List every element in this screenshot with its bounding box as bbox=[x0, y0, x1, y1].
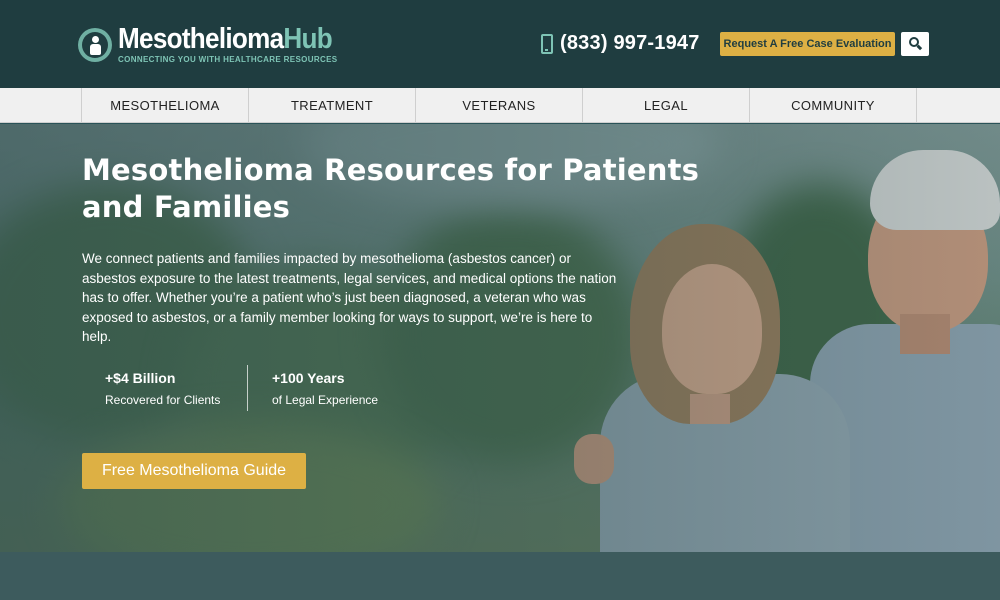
nav-item-community[interactable]: COMMUNITY bbox=[750, 88, 917, 123]
site-logo[interactable]: MesotheliomaHub CONNECTING YOU WITH HEAL… bbox=[78, 25, 356, 64]
hero-section: Mesothelioma Resources for Patients and … bbox=[0, 124, 1000, 552]
main-nav: MESOTHELIOMA TREATMENT VETERANS LEGAL CO… bbox=[0, 88, 1000, 123]
hero-title: Mesothelioma Resources for Patients and … bbox=[82, 153, 700, 224]
stat-value: +100 Years bbox=[272, 370, 345, 386]
nav-item-veterans[interactable]: VETERANS bbox=[416, 88, 583, 123]
phone-number: (833) 997-1947 bbox=[560, 32, 700, 54]
person-icon bbox=[78, 27, 112, 62]
search-button[interactable] bbox=[901, 32, 929, 56]
stat-item: +$4 Billion Recovered for Clients bbox=[82, 365, 248, 411]
logo-text: MesotheliomaHub CONNECTING YOU WITH HEAL… bbox=[118, 23, 356, 65]
search-icon bbox=[909, 37, 919, 47]
stat-item: +100 Years of Legal Experience bbox=[248, 365, 378, 411]
free-guide-button[interactable]: Free Mesothelioma Guide bbox=[82, 453, 306, 489]
logo-tagline: CONNECTING YOU WITH HEALTHCARE RESOURCES bbox=[118, 55, 338, 64]
nav-item-legal[interactable]: LEGAL bbox=[583, 88, 750, 123]
bottom-band bbox=[0, 552, 1000, 600]
stat-value: +$4 Billion bbox=[105, 370, 176, 386]
phone-icon bbox=[541, 33, 553, 54]
nav-item-mesothelioma[interactable]: MESOTHELIOMA bbox=[82, 88, 249, 123]
logo-name: MesotheliomaHub bbox=[118, 23, 333, 55]
logo-name-part2: Hub bbox=[283, 23, 332, 55]
case-evaluation-button[interactable]: Request A Free Case Evaluation bbox=[720, 32, 895, 56]
phone-link[interactable]: (833) 997-1947 bbox=[541, 32, 700, 55]
hero-stats: +$4 Billion Recovered for Clients +100 Y… bbox=[82, 365, 378, 411]
stat-label: Recovered for Clients bbox=[105, 393, 221, 407]
logo-name-part1: Mesothelioma bbox=[118, 23, 284, 55]
nav-list: MESOTHELIOMA TREATMENT VETERANS LEGAL CO… bbox=[81, 88, 917, 123]
nav-item-treatment[interactable]: TREATMENT bbox=[249, 88, 416, 123]
stat-label: of Legal Experience bbox=[272, 393, 379, 407]
hero-description: We connect patients and families impacte… bbox=[82, 251, 617, 344]
site-header: MesotheliomaHub CONNECTING YOU WITH HEAL… bbox=[0, 0, 1000, 88]
